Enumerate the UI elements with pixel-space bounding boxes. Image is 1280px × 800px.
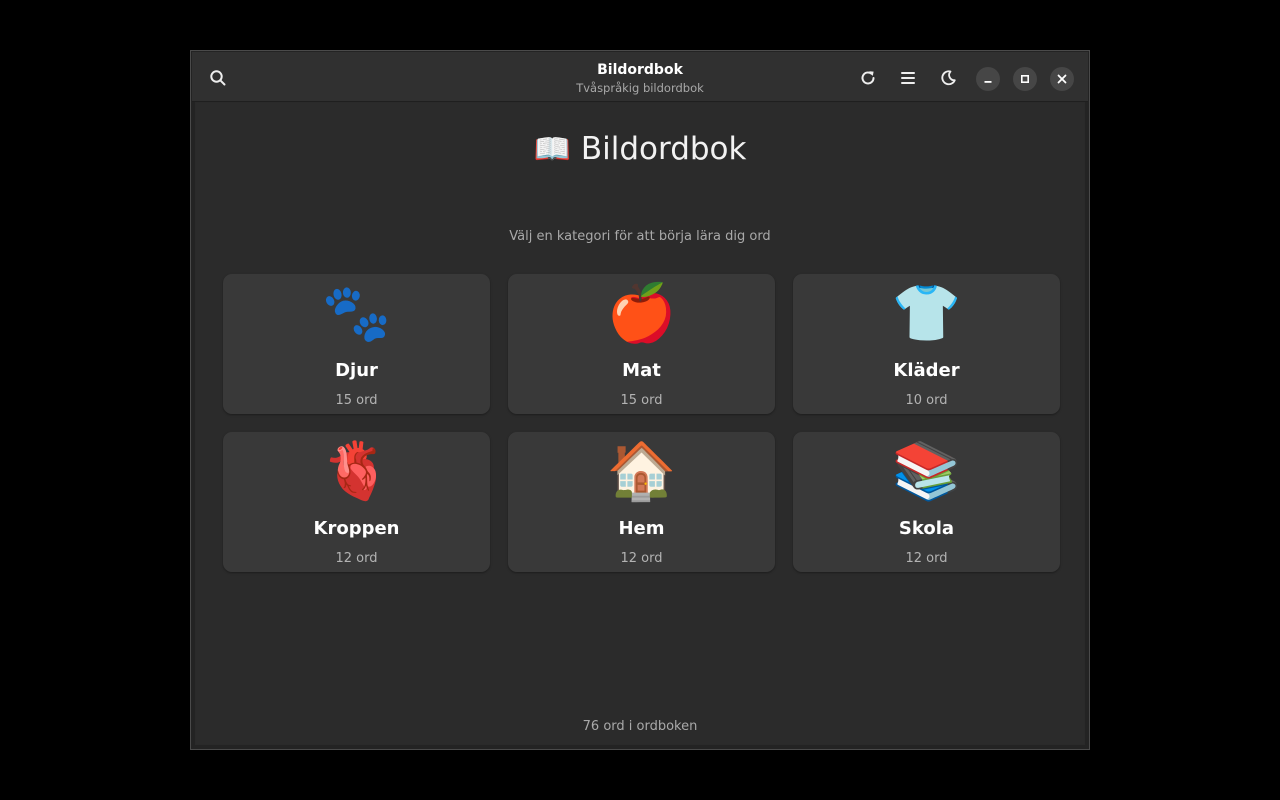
category-label: Skola bbox=[898, 518, 955, 539]
main-menu-button[interactable] bbox=[894, 64, 922, 92]
page-subtitle: Välj en kategori för att börja lära dig … bbox=[509, 229, 771, 244]
books-icon: 📚 bbox=[891, 439, 962, 504]
dark-mode-toggle[interactable] bbox=[934, 64, 962, 92]
category-card-mat[interactable]: 🍎 Mat 15 ord bbox=[508, 274, 775, 414]
page-title: 📖 Bildordbok bbox=[196, 129, 1084, 170]
hamburger-menu-icon bbox=[901, 72, 915, 84]
open-book-icon: 📖 bbox=[533, 132, 571, 167]
house-icon: 🏠 bbox=[606, 439, 677, 504]
refresh-icon bbox=[861, 71, 875, 85]
category-label: Kroppen bbox=[313, 518, 400, 539]
maximize-button[interactable] bbox=[1013, 67, 1037, 91]
anatomical-heart-icon: 🫀 bbox=[321, 439, 392, 504]
apple-icon: 🍎 bbox=[606, 281, 677, 346]
category-card-hem[interactable]: 🏠 Hem 12 ord bbox=[508, 432, 775, 572]
category-card-klader[interactable]: 👕 Kläder 10 ord bbox=[793, 274, 1060, 414]
category-label: Djur bbox=[335, 360, 378, 381]
category-word-count: 12 ord bbox=[335, 551, 378, 566]
category-card-skola[interactable]: 📚 Skola 12 ord bbox=[793, 432, 1060, 572]
category-card-kroppen[interactable]: 🫀 Kroppen 12 ord bbox=[223, 432, 490, 572]
search-button[interactable] bbox=[204, 64, 232, 92]
t-shirt-icon: 👕 bbox=[891, 281, 962, 346]
paw-prints-icon: 🐾 bbox=[321, 281, 392, 346]
app-window: Bildordbok Tvåspråkig bildordbok 📖 Bildo… bbox=[190, 50, 1090, 750]
dictionary-word-total: 76 ord i ordboken bbox=[582, 719, 698, 734]
maximize-icon bbox=[1020, 74, 1030, 84]
main-content: 📖 Bildordbok Välj en kategori för att bör… bbox=[196, 103, 1084, 744]
minimize-icon bbox=[984, 81, 992, 83]
close-button[interactable] bbox=[1050, 67, 1074, 91]
category-label: Mat bbox=[622, 360, 661, 381]
category-label: Kläder bbox=[893, 360, 960, 381]
category-word-count: 15 ord bbox=[620, 393, 663, 408]
category-label: Hem bbox=[618, 518, 665, 539]
refresh-button[interactable] bbox=[854, 64, 882, 92]
search-icon bbox=[210, 70, 226, 86]
moon-icon bbox=[941, 70, 956, 86]
category-word-count: 15 ord bbox=[335, 393, 378, 408]
category-word-count: 12 ord bbox=[620, 551, 663, 566]
category-word-count: 10 ord bbox=[905, 393, 948, 408]
category-word-count: 12 ord bbox=[905, 551, 948, 566]
category-card-djur[interactable]: 🐾 Djur 15 ord bbox=[223, 274, 490, 414]
minimize-button[interactable] bbox=[976, 67, 1000, 91]
close-icon bbox=[1057, 74, 1067, 84]
page-title-text: Bildordbok bbox=[580, 131, 747, 167]
headerbar: Bildordbok Tvåspråkig bildordbok bbox=[192, 52, 1088, 102]
